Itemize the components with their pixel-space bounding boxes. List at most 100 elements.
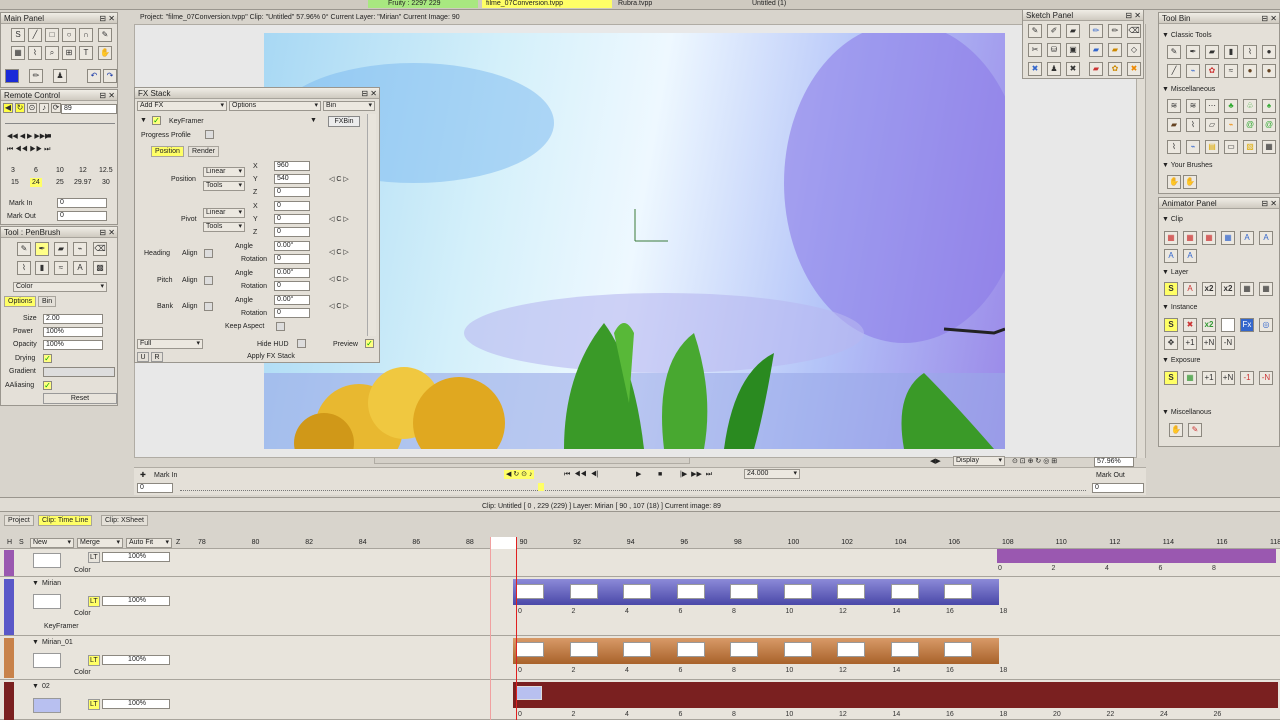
- bin-airbrush-icon[interactable]: ⌁: [1186, 64, 1200, 78]
- top-tab-untitled[interactable]: Untitled (1): [750, 0, 880, 8]
- piv-z-field[interactable]: 0: [274, 227, 310, 237]
- pos-keys[interactable]: ◁ C ▷: [329, 175, 349, 184]
- hand-icon[interactable]: ✋: [98, 46, 112, 60]
- fps-10[interactable]: 10: [56, 166, 64, 175]
- text-tool-icon[interactable]: A: [73, 261, 87, 275]
- top-tab-rubra[interactable]: Rubra.tvpp: [616, 0, 746, 8]
- pencil-icon[interactable]: ✏: [29, 69, 43, 83]
- viewer-view-icons[interactable]: ⊙ ⊡ ⊕ ↻ ◎ ⊞: [1012, 457, 1057, 466]
- tab-project[interactable]: Project: [4, 515, 34, 526]
- sketch-pen-icon[interactable]: ✎: [1028, 24, 1042, 38]
- heading-align-checkbox[interactable]: [204, 249, 213, 258]
- bin-select[interactable]: Bin: [323, 101, 375, 111]
- sketch-person-icon[interactable]: ♟: [1047, 62, 1061, 76]
- viewer-transport[interactable]: ◀ ↻ ⊙ ♪: [504, 470, 535, 479]
- instance-s-icon[interactable]: S: [1164, 318, 1178, 332]
- figure-icon[interactable]: ♟: [53, 69, 67, 83]
- exposure-s-icon[interactable]: S: [1164, 371, 1178, 385]
- text-icon[interactable]: T: [79, 46, 93, 60]
- pos-z-field[interactable]: 0: [274, 187, 310, 197]
- sketch-eraser-icon[interactable]: ⌫: [1127, 24, 1141, 38]
- viewer-play-icon[interactable]: ▶: [636, 470, 641, 479]
- layer-x2-icon[interactable]: x2: [1202, 282, 1216, 296]
- animator-exposure-label[interactable]: ▼ Exposure: [1162, 356, 1200, 365]
- bin-oil-icon[interactable]: ⌇: [1243, 45, 1257, 59]
- sketch-stamp-icon[interactable]: ▣: [1066, 43, 1080, 57]
- hdr-new-select[interactable]: New: [30, 538, 74, 548]
- fps-15[interactable]: 15: [11, 178, 19, 187]
- fxbin-button[interactable]: FXBin: [328, 116, 360, 127]
- track-2-lt[interactable]: LT: [88, 655, 100, 666]
- track-2-toggle[interactable]: ▼: [32, 638, 39, 647]
- sketch-marker-icon[interactable]: ▰: [1066, 24, 1080, 38]
- fps-29-97[interactable]: 29.97: [74, 178, 92, 187]
- keyframer-toggle[interactable]: ▼: [140, 116, 147, 125]
- crayon-icon[interactable]: ▮: [35, 261, 49, 275]
- drying-checkbox[interactable]: ✓: [43, 354, 52, 363]
- fx-vscroll[interactable]: [367, 114, 376, 336]
- viewer-scrubber[interactable]: [180, 487, 1086, 491]
- bin-pen-icon[interactable]: ✒: [1186, 45, 1200, 59]
- layer-grid-icon[interactable]: ▦: [1240, 282, 1254, 296]
- clip-tool2-icon[interactable]: ▦: [1183, 231, 1197, 245]
- rect-icon[interactable]: □: [45, 28, 59, 42]
- reset-button[interactable]: Reset: [43, 393, 117, 404]
- opacity-field[interactable]: 100%: [43, 340, 103, 350]
- bin-misc13-icon[interactable]: ▦: [1262, 140, 1276, 154]
- fps-12-5[interactable]: 12.5: [99, 166, 113, 175]
- hdr-autofit-select[interactable]: Auto Fit: [126, 538, 172, 548]
- exposure-minus1-icon[interactable]: -1: [1240, 371, 1254, 385]
- bin-misc3-icon[interactable]: ⋯: [1205, 99, 1219, 113]
- full-select[interactable]: Full: [137, 339, 203, 349]
- viewer-hscroll[interactable]: [374, 457, 690, 464]
- pitch-keys[interactable]: ◁ C ▷: [329, 275, 349, 284]
- layer-s-icon[interactable]: S: [1164, 282, 1178, 296]
- layer-x2b-icon[interactable]: x2: [1221, 282, 1235, 296]
- size-field[interactable]: 2.00: [43, 314, 103, 324]
- heading-keys[interactable]: ◁ C ▷: [329, 248, 349, 257]
- fps-12[interactable]: 12: [79, 166, 87, 175]
- viewer-stop-icon[interactable]: ■: [658, 470, 662, 479]
- lasso-icon[interactable]: S: [11, 28, 25, 42]
- sketch-bucket-icon[interactable]: ⛁: [1047, 43, 1061, 57]
- bin-misc1-icon[interactable]: ≋: [1167, 99, 1181, 113]
- top-tab-fruity[interactable]: Fruity : 2297 229: [368, 0, 478, 8]
- bin-misc10-icon[interactable]: ▤: [1205, 140, 1219, 154]
- clip-tool7-icon[interactable]: A: [1164, 249, 1178, 263]
- sketch-cut-icon[interactable]: ✂: [1028, 43, 1042, 57]
- r-button[interactable]: R: [151, 352, 163, 362]
- custom-icon[interactable]: ▩: [93, 261, 107, 275]
- ping-icon[interactable]: ⊙: [27, 103, 37, 113]
- nav-controls-2[interactable]: ⏮ ◀◀ ▶▶ ⏭: [7, 145, 50, 154]
- display-select[interactable]: Display: [953, 456, 1005, 466]
- zoom-field[interactable]: 57.96%: [1094, 457, 1134, 467]
- sketch-brush-icon[interactable]: ✐: [1047, 24, 1061, 38]
- pos-x-field[interactable]: 960: [274, 161, 310, 171]
- mark-in-field[interactable]: 0: [57, 198, 107, 208]
- tab-clip-timeline[interactable]: Clip: Time Line: [38, 515, 93, 526]
- redo-icon[interactable]: ↷: [103, 69, 117, 83]
- power-field[interactable]: 100%: [43, 327, 103, 337]
- bank-rotation-field[interactable]: 0: [274, 308, 310, 318]
- track-2-name[interactable]: Mirian_01: [42, 638, 73, 647]
- track-1-toggle[interactable]: ▼: [32, 579, 39, 588]
- misc-tool2-icon[interactable]: ✎: [1188, 423, 1202, 437]
- viewer-prev-icons[interactable]: ⏮ ◀◀ ◀|: [564, 470, 599, 479]
- bin-misc8-icon[interactable]: ⌇: [1167, 140, 1181, 154]
- sketch-tube-icon[interactable]: ▰: [1089, 62, 1103, 76]
- gradient-field[interactable]: [43, 367, 115, 377]
- transform-icon[interactable]: ⊞: [62, 46, 76, 60]
- color-swatch-icon[interactable]: [5, 69, 19, 83]
- track-3-clip[interactable]: [513, 682, 1278, 708]
- preview-checkbox[interactable]: ✓: [365, 339, 374, 348]
- track-1-opacity[interactable]: 100%: [102, 596, 170, 606]
- piv-keys[interactable]: ◁ C ▷: [329, 215, 349, 224]
- fps-25[interactable]: 25: [56, 178, 64, 187]
- mark-in-label[interactable]: Mark In: [9, 199, 32, 208]
- bin-watercolor-icon[interactable]: ≈: [1224, 64, 1238, 78]
- instance-blank-icon[interactable]: [1221, 318, 1235, 332]
- clip-tool8-icon[interactable]: A: [1183, 249, 1197, 263]
- position-tools-select[interactable]: Tools: [203, 181, 245, 191]
- track-1-name[interactable]: Mirian: [42, 579, 61, 588]
- viewer-fps-select[interactable]: 24.000: [744, 469, 800, 479]
